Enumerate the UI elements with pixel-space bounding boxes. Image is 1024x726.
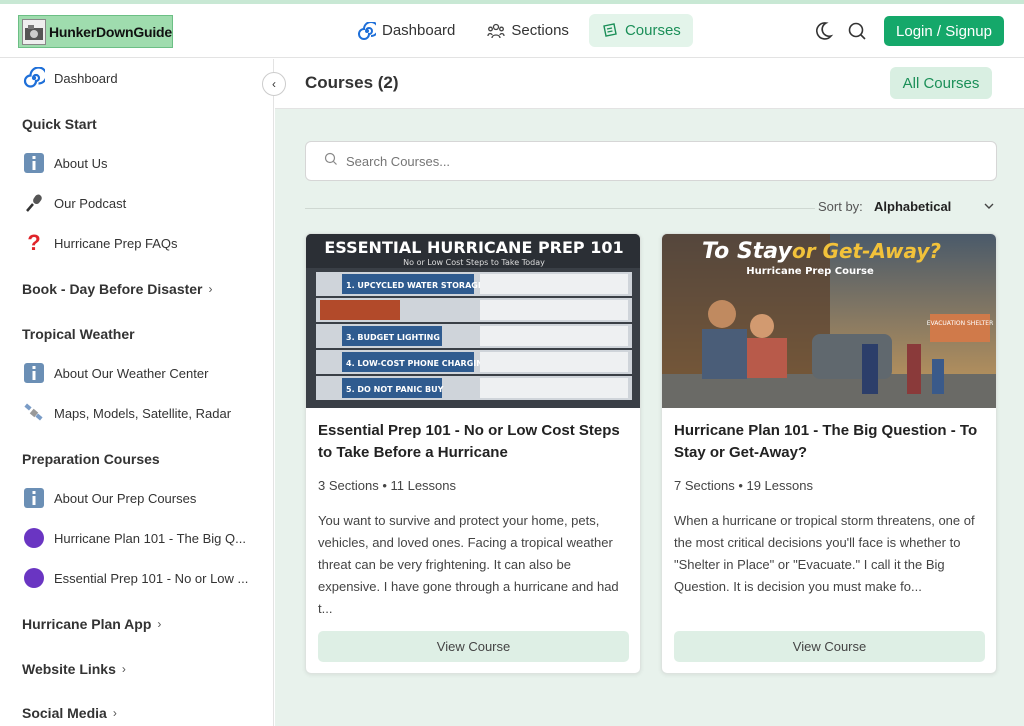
heading-label: Book - Day Before Disaster [22,281,203,297]
sidebar-item-course-essential-prep[interactable]: Essential Prep 101 - No or Low ... [22,564,248,592]
sidebar-item-label: About Our Weather Center [54,365,209,381]
heading-label: Tropical Weather [22,326,135,342]
sidebar-heading-tropical: Tropical Weather [22,326,135,342]
satellite-icon [22,401,46,425]
main-content: Courses (2) All Courses Sort by: Alphabe… [275,59,1024,726]
sidebar-item-label: Dashboard [54,70,118,86]
course-card[interactable]: ESSENTIAL HURRICANE PREP 101 No or Low C… [305,233,641,674]
chevron-down-icon[interactable] [983,200,995,215]
chevron-right-icon: › [121,662,126,676]
sidebar-item-about-prep[interactable]: About Our Prep Courses [22,484,196,512]
nav-sections[interactable]: Sections [475,14,581,47]
logo-text: HunkerDownGuide [48,23,172,40]
course-description: You want to survive and protect your hom… [318,513,619,616]
sort-select[interactable]: Alphabetical [874,199,951,214]
sidebar-item-label: Hurricane Plan 101 - The Big Q... [54,530,246,546]
search-icon [324,152,338,171]
main-toolbar: Courses (2) All Courses [275,59,1024,109]
sidebar-item-label: Our Podcast [54,195,127,211]
course-card[interactable]: EVACUATION SHELTER To Stay or Get-Away? … [661,233,997,674]
search-box[interactable] [305,141,997,181]
nav-courses-label: Courses [624,22,681,39]
course-title[interactable]: Essential Prep 101 - No or Low Cost Step… [318,420,630,464]
page-title: Courses (2) [305,73,399,92]
sidebar-item-label: Maps, Models, Satellite, Radar [54,405,232,421]
info-icon [22,486,46,510]
nav-dashboard[interactable]: Dashboard [346,14,467,47]
info-icon [22,151,46,175]
thumb-headline: To Stay [702,239,793,264]
thumb-subhead: Hurricane Prep Course [746,266,874,277]
people-icon [487,22,506,40]
site-logo[interactable]: HunkerDownGuide [18,15,173,48]
sidebar: Dashboard Quick Start About Us Our Podca… [0,59,274,726]
thumb-subhead: No or Low Cost Steps to Take Today [403,258,545,267]
sidebar-group-app[interactable]: Hurricane Plan App › [22,616,161,632]
course-thumbnail[interactable]: ESSENTIAL HURRICANE PREP 101 No or Low C… [306,234,640,408]
sidebar-item-label: Hurricane Prep FAQs [54,235,178,251]
question-icon: ? [27,230,41,255]
sidebar-group-book[interactable]: Book - Day Before Disaster › [22,281,213,297]
sidebar-item-label: About Our Prep Courses [54,490,197,506]
thumb-step: 4. LOW-COST PHONE CHARGING [346,359,490,368]
sidebar-heading-prep-courses: Preparation Courses [22,451,160,467]
login-signup-button[interactable]: Login / Signup [884,16,1004,46]
purple-circle-icon [22,526,46,550]
chevron-left-icon: ‹ [272,77,276,91]
thumb-sign: EVACUATION SHELTER [927,320,994,327]
sidebar-item-weather-center[interactable]: About Our Weather Center [22,359,208,387]
heading-label: Preparation Courses [22,451,160,467]
heading-label: Website Links [22,661,116,677]
view-course-button[interactable]: View Course [674,631,985,662]
search-input[interactable] [346,153,946,169]
top-header: HunkerDownGuide Dashboard Sections Cours… [0,4,1024,58]
heading-label: Hurricane Plan App [22,616,152,632]
divider [305,208,815,209]
thumb-headline: or Get-Away? [792,239,941,263]
spiral-icon [22,66,46,90]
heading-label: Social Media [22,705,107,721]
thumb-step: 1. UPCYCLED WATER STORAGE [346,281,483,290]
sidebar-collapse-button[interactable]: ‹ [262,72,286,96]
spiral-icon [358,20,379,40]
course-meta: 7 Sections • 19 Lessons [674,478,813,493]
search-icon[interactable] [846,20,868,42]
all-courses-button[interactable]: All Courses [890,67,992,99]
main-nav: Dashboard Sections Courses [346,14,693,48]
moon-icon[interactable] [812,20,834,42]
sidebar-group-links[interactable]: Website Links › [22,661,126,677]
thumb-step: 3. BUDGET LIGHTING [346,333,440,342]
chevron-right-icon: › [112,706,117,720]
purple-circle-icon [22,566,46,590]
chevron-right-icon: › [208,282,213,296]
microphone-icon [22,191,46,215]
nav-sections-label: Sections [511,22,569,39]
sidebar-item-label: About Us [54,155,108,171]
courses-icon [601,22,619,40]
course-title[interactable]: Hurricane Plan 101 - The Big Question - … [674,420,986,464]
sidebar-item-about-us[interactable]: About Us [22,149,107,177]
sidebar-item-course-hurricane-plan[interactable]: Hurricane Plan 101 - The Big Q... [22,524,246,552]
logo-icon [22,18,46,45]
course-meta: 3 Sections • 11 Lessons [318,478,457,493]
thumb-step: 5. DO NOT PANIC BUY [346,385,444,394]
sidebar-item-faqs[interactable]: ? Hurricane Prep FAQs [22,229,178,257]
course-thumbnail[interactable]: EVACUATION SHELTER To Stay or Get-Away? … [662,234,996,408]
nav-courses[interactable]: Courses [588,14,693,47]
thumb-headline: ESSENTIAL HURRICANE PREP 101 [324,238,623,257]
heading-label: Quick Start [22,116,97,132]
nav-dashboard-label: Dashboard [382,22,456,39]
sidebar-group-social[interactable]: Social Media › [22,705,117,721]
sidebar-item-podcast[interactable]: Our Podcast [22,189,126,217]
sidebar-item-label: Essential Prep 101 - No or Low ... [54,570,249,586]
sidebar-heading-quick-start: Quick Start [22,116,97,132]
sidebar-item-maps[interactable]: Maps, Models, Satellite, Radar [22,399,231,427]
info-icon [22,361,46,385]
sidebar-item-dashboard[interactable]: Dashboard [22,64,118,92]
view-course-button[interactable]: View Course [318,631,629,662]
course-description: When a hurricane or tropical storm threa… [674,513,975,594]
chevron-right-icon: › [157,617,162,631]
sort-label: Sort by: [818,199,863,214]
